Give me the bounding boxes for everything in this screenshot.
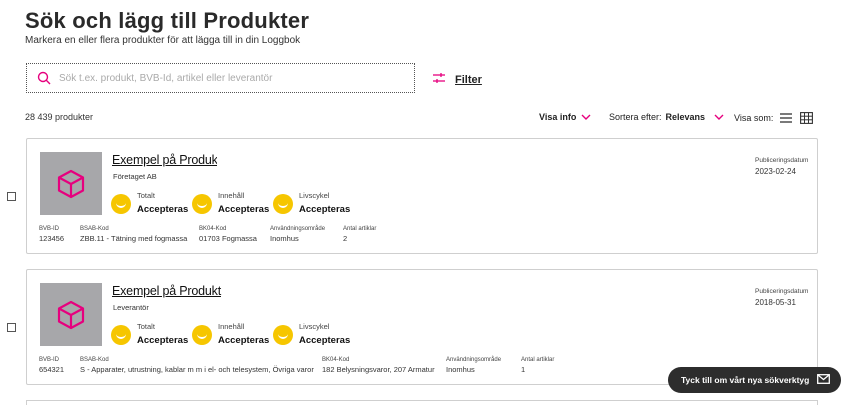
meta-value: 654321 [39,365,65,374]
meta-anvandning: Användningsområde Inomhus [270,226,325,243]
meta-antal: Antal artiklar 1 [521,357,554,374]
status-value: Accepteras [137,204,189,215]
search-icon [37,71,51,85]
product-company: Leverantör [113,303,149,312]
page-subtitle: Markera en eller flera produkter för att… [25,35,301,46]
chevron-down-icon [581,112,591,122]
meta-value: 01703 Fogmassa [199,234,257,243]
smiley-icon [111,325,131,345]
smiley-icon [111,194,131,214]
meta-key: Användningsområde [446,357,502,363]
smiley-icon [192,325,212,345]
meta-bk04: BK04-Kod 01703 Fogmassa [199,226,257,243]
sort-label: Sortera efter: [609,112,662,122]
product-checkbox[interactable] [7,323,16,332]
publish-date: 2023-02-24 [755,167,796,176]
meta-key: BSAB-Kod [80,357,109,363]
smiley-icon [192,194,212,214]
filter-button[interactable]: Filter [432,71,482,89]
meta-value: 182 Belysningsvaror, 207 Armatur [322,365,435,374]
visa-som-label: Visa som: [734,113,774,123]
product-image [40,283,102,346]
meta-key: BSAB-Kod [80,226,109,232]
meta-bvb-id: BVB-ID 123456 [39,226,64,243]
search-box[interactable] [26,63,415,93]
meta-value: 2 [343,234,348,243]
product-card-partial [26,400,818,405]
status-livscykel: Livscykel Accepteras [273,191,350,215]
meta-value: S - Apparater, utrustning, kablar m m i … [80,365,314,374]
redacted-bar [217,153,289,168]
filter-label: Filter [455,74,482,86]
meta-key: Antal artiklar [521,357,555,363]
feedback-label: Tyck till om vårt nya sökverktyg [681,375,810,385]
status-totalt: Totalt Accepteras [111,322,188,346]
meta-key: Antal artiklar [343,226,377,232]
status-label: Innehåll [218,191,245,200]
smiley-icon [273,325,293,345]
product-name-link[interactable]: Exempel på Produkt [112,284,221,298]
meta-key: Användningsområde [270,226,326,232]
status-totalt: Totalt Accepteras [111,191,188,215]
sort-dropdown[interactable]: Sortera efter: Relevans [609,112,724,122]
meta-value: 123456 [39,234,65,243]
chevron-down-icon [714,112,724,122]
status-value: Accepteras [299,335,351,346]
list-view-icon[interactable] [779,111,793,125]
meta-key: BVB-ID [39,357,60,363]
meta-key: BVB-ID [39,226,60,232]
feedback-button[interactable]: Tyck till om vårt nya sökverktyg [668,367,841,393]
meta-key: BK04-Kod [199,226,227,232]
search-input[interactable] [59,72,389,84]
status-innehall: Innehåll Accepteras [192,191,269,215]
visa-info-label: Visa info [539,112,577,122]
meta-antal: Antal artiklar 2 [343,226,376,243]
meta-bk04: BK04-Kod 182 Belysningsvaror, 207 Armatur [322,357,435,374]
status-label: Livscykel [299,322,330,331]
status-value: Accepteras [218,204,270,215]
publish-label: Publiceringsdatum [755,288,809,295]
view-switcher: Visa som: [734,111,813,125]
status-livscykel: Livscykel Accepteras [273,322,350,346]
product-company: Företaget AB [113,172,157,181]
status-value: Accepteras [299,204,351,215]
box-icon [57,169,85,198]
meta-bsab: BSAB-Kod ZBB.11 - Tätning med fogmassa [80,226,187,243]
sliders-icon [432,71,446,89]
meta-anvandning: Användningsområde Inomhus [446,357,501,374]
result-count: 28 439 produkter [25,112,94,122]
product-name-link[interactable]: Exempel på Produkt [112,153,221,167]
page-title: Sök och lägg till Produkter [25,8,310,33]
table-view-icon[interactable] [799,111,813,125]
meta-value: ZBB.11 - Tätning med fogmassa [80,234,188,243]
status-innehall: Innehåll Accepteras [192,322,269,346]
meta-value: Inomhus [446,365,475,374]
status-label: Livscykel [299,191,330,200]
status-value: Accepteras [218,335,270,346]
status-label: Totalt [137,191,155,200]
meta-value: Inomhus [270,234,299,243]
meta-key: BK04-Kod [322,357,350,363]
status-label: Totalt [137,322,155,331]
meta-value: 1 [521,365,526,374]
mail-icon [817,374,831,386]
status-label: Innehåll [218,322,245,331]
publish-date: 2018-05-31 [755,298,796,307]
product-image [40,152,102,215]
meta-bvb-id: BVB-ID 654321 [39,357,64,374]
product-card: Exempel på Produkt Företaget AB Publicer… [26,138,818,254]
visa-info-dropdown[interactable]: Visa info [539,112,591,122]
status-value: Accepteras [137,335,189,346]
publish-label: Publiceringsdatum [755,157,809,164]
product-checkbox[interactable] [7,192,16,201]
meta-bsab: BSAB-Kod S - Apparater, utrustning, kabla… [80,357,314,374]
box-icon [57,300,85,329]
smiley-icon [273,194,293,214]
sort-value: Relevans [665,112,706,122]
